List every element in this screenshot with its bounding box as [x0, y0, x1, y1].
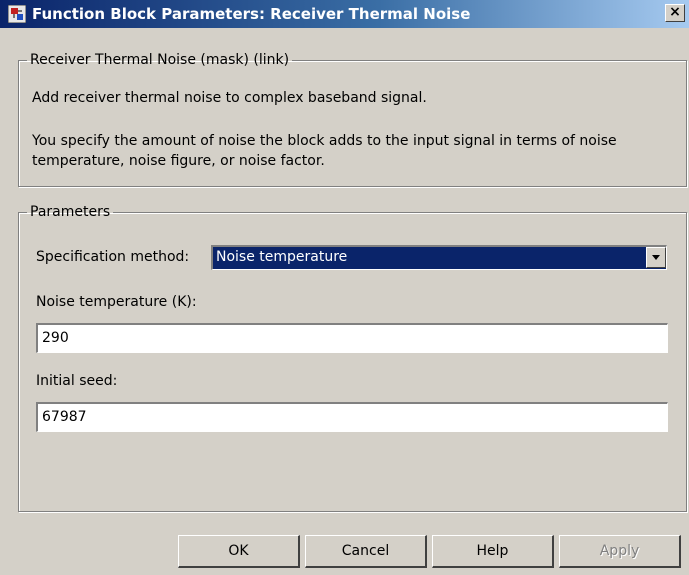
description-line-1: Add receiver thermal noise to complex ba… — [32, 90, 427, 106]
simulink-block-icon — [7, 4, 27, 24]
close-icon: × — [669, 4, 681, 20]
chevron-down-icon — [652, 255, 660, 260]
parameters-legend: Parameters — [30, 204, 111, 220]
cancel-button[interactable]: Cancel — [305, 535, 427, 568]
apply-button[interactable]: Apply — [559, 535, 681, 568]
title-bar[interactable]: Function Block Parameters: Receiver Ther… — [0, 0, 689, 28]
close-button[interactable]: × — [665, 4, 685, 22]
dropdown-button[interactable] — [646, 247, 666, 268]
description-legend: Receiver Thermal Noise (mask) (link) — [30, 52, 290, 68]
noise-temperature-input[interactable]: 290 — [36, 323, 668, 353]
help-button[interactable]: Help — [432, 535, 554, 568]
window-title: Function Block Parameters: Receiver Ther… — [32, 5, 471, 23]
ok-button[interactable]: OK — [178, 535, 300, 568]
description-line-2a: You specify the amount of noise the bloc… — [32, 133, 617, 149]
initial-seed-input[interactable]: 67987 — [36, 402, 668, 432]
noise-temperature-label: Noise temperature (K): — [36, 294, 197, 310]
spec-method-select[interactable]: Noise temperature — [211, 245, 667, 270]
spec-method-label: Specification method: — [36, 249, 190, 265]
initial-seed-label: Initial seed: — [36, 373, 118, 389]
description-line-2b: temperature, noise figure, or noise fact… — [32, 153, 325, 169]
spec-method-value: Noise temperature — [216, 249, 348, 265]
